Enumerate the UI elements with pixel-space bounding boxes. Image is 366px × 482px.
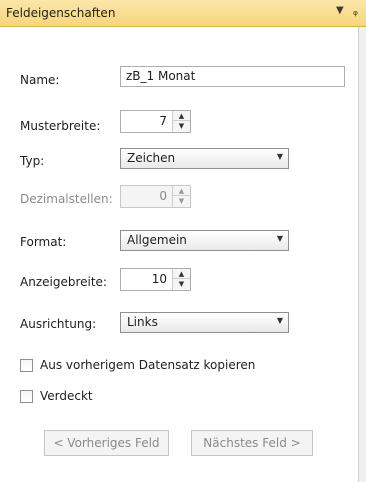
typ-value: Zeichen [127, 151, 176, 165]
ausrichtung-value: Links [127, 315, 158, 329]
format-label: Format: [20, 235, 67, 249]
musterbreite-value: 7 [159, 114, 167, 128]
name-label: Name: [20, 73, 60, 87]
typ-select[interactable]: Zeichen ▼ [120, 148, 289, 169]
hidden-label: Verdeckt [40, 389, 93, 403]
pin-icon[interactable]: ᵩ [353, 4, 358, 18]
panel-title-bar: Feldeigenschaften ▼ ᵩ [0, 0, 366, 27]
copy-previous-checkbox[interactable] [20, 359, 33, 372]
musterbreite-down-button[interactable]: ▼ [173, 121, 190, 131]
ausrichtung-select[interactable]: Links ▼ [120, 312, 289, 333]
format-select[interactable]: Allgemein ▼ [120, 230, 289, 251]
dezimalstellen-label: Dezimalstellen: [20, 192, 113, 206]
anzeigebreite-spinner[interactable]: 10 ▲ ▼ [120, 268, 191, 291]
format-value: Allgemein [127, 233, 187, 247]
chevron-down-icon: ▼ [276, 234, 283, 243]
previous-field-button[interactable]: < Vorheriges Feld [44, 430, 169, 456]
dezimalstellen-value: 0 [159, 189, 167, 203]
ausrichtung-label: Ausrichtung: [20, 317, 97, 331]
anzeigebreite-label: Anzeigebreite: [20, 275, 107, 289]
next-field-button[interactable]: Nächstes Feld > [191, 430, 313, 456]
properties-panel: Name: zB_1 Monat Musterbreite: 7 ▲ ▼ Typ… [0, 27, 359, 482]
typ-label: Typ: [20, 154, 45, 168]
anzeigebreite-down-button[interactable]: ▼ [173, 279, 190, 289]
musterbreite-up-button[interactable]: ▲ [173, 111, 190, 121]
panel-title: Feldeigenschaften [6, 6, 116, 20]
dezimalstellen-down-button[interactable]: ▼ [173, 196, 190, 206]
chevron-down-icon: ▼ [276, 316, 283, 325]
musterbreite-label: Musterbreite: [20, 119, 101, 133]
anzeigebreite-up-button[interactable]: ▲ [173, 269, 190, 279]
dezimalstellen-spinner[interactable]: 0 ▲ ▼ [120, 185, 191, 208]
dezimalstellen-up-button[interactable]: ▲ [173, 186, 190, 196]
dropdown-arrow-icon[interactable]: ▼ [336, 5, 344, 16]
musterbreite-spinner[interactable]: 7 ▲ ▼ [120, 110, 191, 133]
chevron-down-icon: ▼ [276, 152, 283, 161]
anzeigebreite-value: 10 [151, 272, 167, 286]
hidden-checkbox[interactable] [20, 390, 33, 403]
panel-edge [359, 27, 366, 482]
copy-previous-label: Aus vorherigem Datensatz kopieren [40, 358, 256, 372]
name-input[interactable]: zB_1 Monat [120, 66, 345, 87]
